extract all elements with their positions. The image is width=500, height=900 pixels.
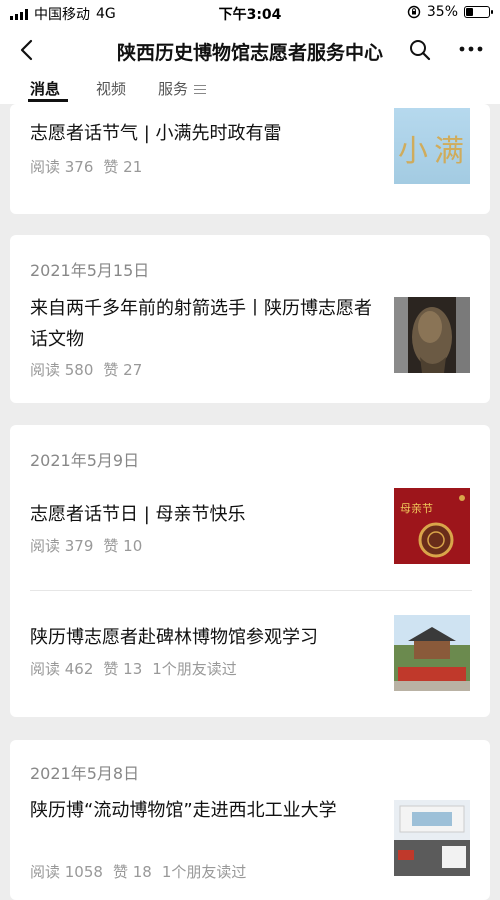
article-stats: 阅读 580 赞 27	[30, 359, 152, 380]
tab-services[interactable]: 服务	[158, 78, 207, 99]
article-title[interactable]: 志愿者话节气 | 小满先时政有雷	[30, 118, 380, 149]
tab-messages[interactable]: 消息	[30, 78, 60, 99]
read-count: 阅读 462	[30, 660, 94, 678]
article-title[interactable]: 陕历博志愿者赴碑林博物馆参观学习	[30, 622, 380, 653]
article-thumbnail[interactable]: 小满	[394, 108, 470, 184]
article-thumbnail[interactable]: 母亲节	[394, 488, 470, 564]
article-date: 2021年5月9日	[30, 451, 140, 470]
article-title[interactable]: 志愿者话节日 | 母亲节快乐	[30, 499, 380, 530]
menu-icon	[194, 84, 207, 95]
friends-read: 1个朋友读过	[152, 660, 237, 678]
like-count: 赞 21	[103, 158, 143, 176]
article-title[interactable]: 陕历博“流动博物馆”走进西北工业大学	[30, 795, 380, 826]
event-photo-image	[394, 805, 470, 876]
article-thumbnail[interactable]	[394, 615, 470, 691]
search-icon[interactable]	[408, 38, 432, 62]
article-stats: 阅读 462 赞 13 1个朋友读过	[30, 658, 247, 679]
read-count: 阅读 376	[30, 158, 94, 176]
read-count: 阅读 379	[30, 537, 94, 555]
battery-fill	[466, 8, 473, 16]
read-count: 阅读 1058	[30, 863, 103, 881]
article-card: 2021年5月9日 志愿者话节日 | 母亲节快乐 阅读 379 赞 10 母亲节 …	[10, 425, 490, 717]
mothers-day-medallion-image	[418, 495, 465, 558]
battery-level: 35%	[426, 4, 458, 20]
like-count: 赞 18	[112, 863, 152, 881]
more-icon[interactable]	[458, 44, 484, 54]
group-photo-image	[394, 627, 470, 691]
article-stats: 阅读 1058 赞 18 1个朋友读过	[30, 861, 256, 882]
read-count: 阅读 580	[30, 361, 94, 379]
article-thumbnail[interactable]	[394, 297, 470, 373]
like-count: 赞 10	[103, 537, 143, 555]
nav-bar: 陕西历史博物馆志愿者服务中心	[0, 26, 500, 74]
battery-icon	[464, 6, 493, 18]
article-card: 2021年5月8日 陕历博“流动博物馆”走进西北工业大学 阅读 1058 赞 18…	[10, 740, 490, 900]
tab-bar: 消息 视频 服务	[0, 74, 500, 104]
article-date: 2021年5月8日	[30, 764, 140, 783]
article-title[interactable]: 来自两千多年前的射箭选手丨陕历博志愿者话文物	[30, 293, 380, 355]
article-card: 志愿者话节气 | 小满先时政有雷 阅读 376 赞 21 小满	[10, 104, 490, 214]
divider	[30, 590, 472, 591]
tab-services-label: 服务	[158, 80, 189, 98]
article-stats: 阅读 379 赞 10	[30, 535, 152, 556]
article-date: 2021年5月15日	[30, 261, 150, 280]
like-count: 赞 13	[103, 660, 143, 678]
friends-read: 1个朋友读过	[161, 863, 247, 881]
article-stats: 阅读 376 赞 21	[30, 156, 152, 177]
article-card: 2021年5月15日 来自两千多年前的射箭选手丨陕历博志愿者话文物 阅读 580…	[10, 235, 490, 403]
tab-indicator	[28, 99, 68, 102]
status-bar: 中国移动 4G 下午3:04 35%	[0, 0, 500, 26]
like-count: 赞 27	[103, 361, 143, 379]
thumbnail-caption: 小满	[398, 134, 470, 169]
rotation-lock-icon	[407, 5, 421, 19]
archer-figurine-image	[394, 297, 470, 373]
tab-videos[interactable]: 视频	[96, 78, 126, 99]
article-thumbnail[interactable]	[394, 800, 470, 876]
